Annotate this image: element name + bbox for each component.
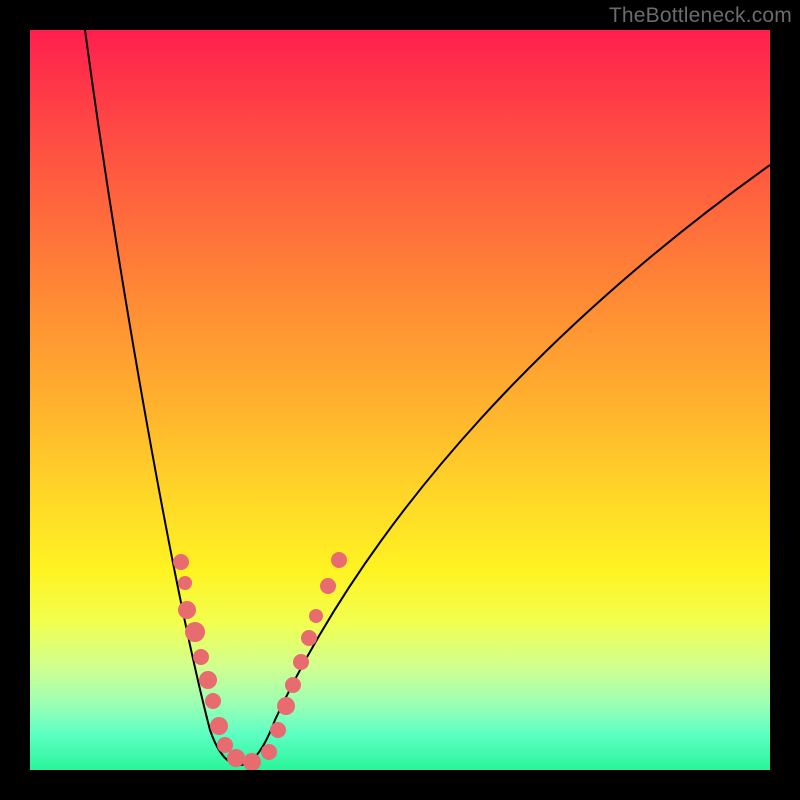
data-dot <box>301 630 317 646</box>
data-dot <box>199 671 217 689</box>
data-dot <box>270 722 286 738</box>
data-dot <box>210 717 228 735</box>
data-dot <box>293 654 309 670</box>
data-dot <box>285 677 301 693</box>
bottleneck-curve <box>85 30 770 765</box>
data-dot <box>193 649 209 665</box>
data-dot <box>227 749 245 767</box>
data-dots <box>173 552 347 770</box>
chart-frame <box>30 30 770 770</box>
data-dot <box>185 622 205 642</box>
data-dot <box>173 554 189 570</box>
data-dot <box>178 601 196 619</box>
data-dot <box>205 693 221 709</box>
data-dot <box>178 576 192 590</box>
data-dot <box>217 737 233 753</box>
data-dot <box>277 697 295 715</box>
watermark-text: TheBottleneck.com <box>609 4 792 28</box>
chart-svg <box>30 30 770 770</box>
data-dot <box>243 753 261 770</box>
data-dot <box>320 578 336 594</box>
data-dot <box>261 744 277 760</box>
data-dot <box>309 609 323 623</box>
data-dot <box>331 552 347 568</box>
